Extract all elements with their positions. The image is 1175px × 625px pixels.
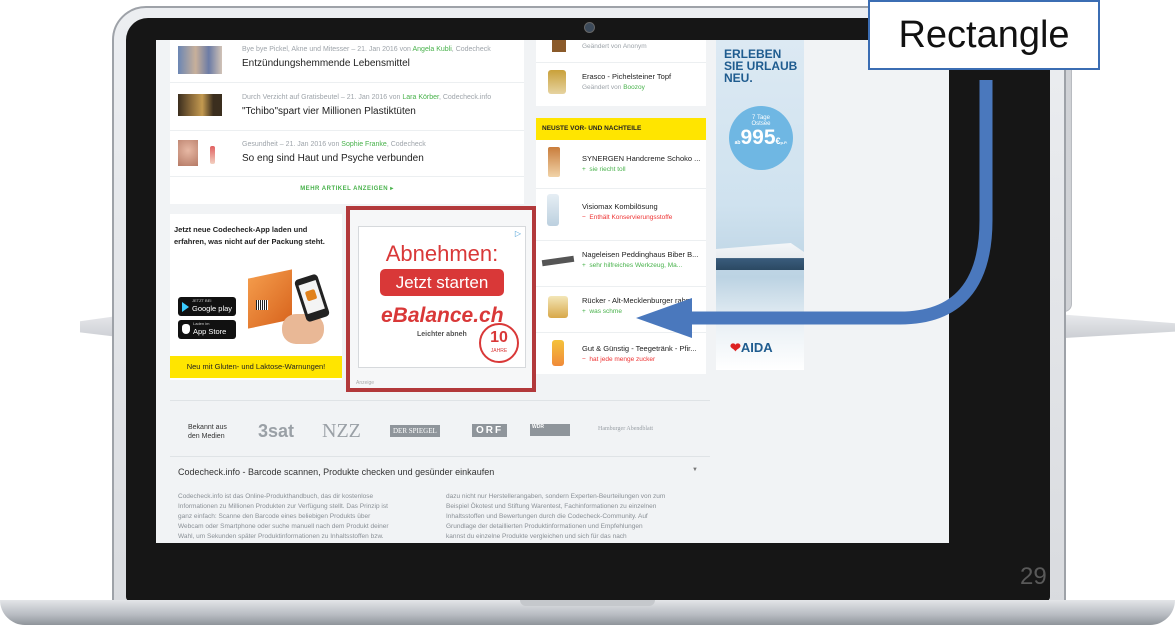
rectangle-callout: Rectangle	[868, 0, 1100, 70]
arrow-shaft	[690, 80, 993, 325]
annotation-arrow	[636, 80, 993, 338]
slide-page-number: 29	[1020, 563, 1047, 590]
arrow-head	[636, 298, 692, 338]
